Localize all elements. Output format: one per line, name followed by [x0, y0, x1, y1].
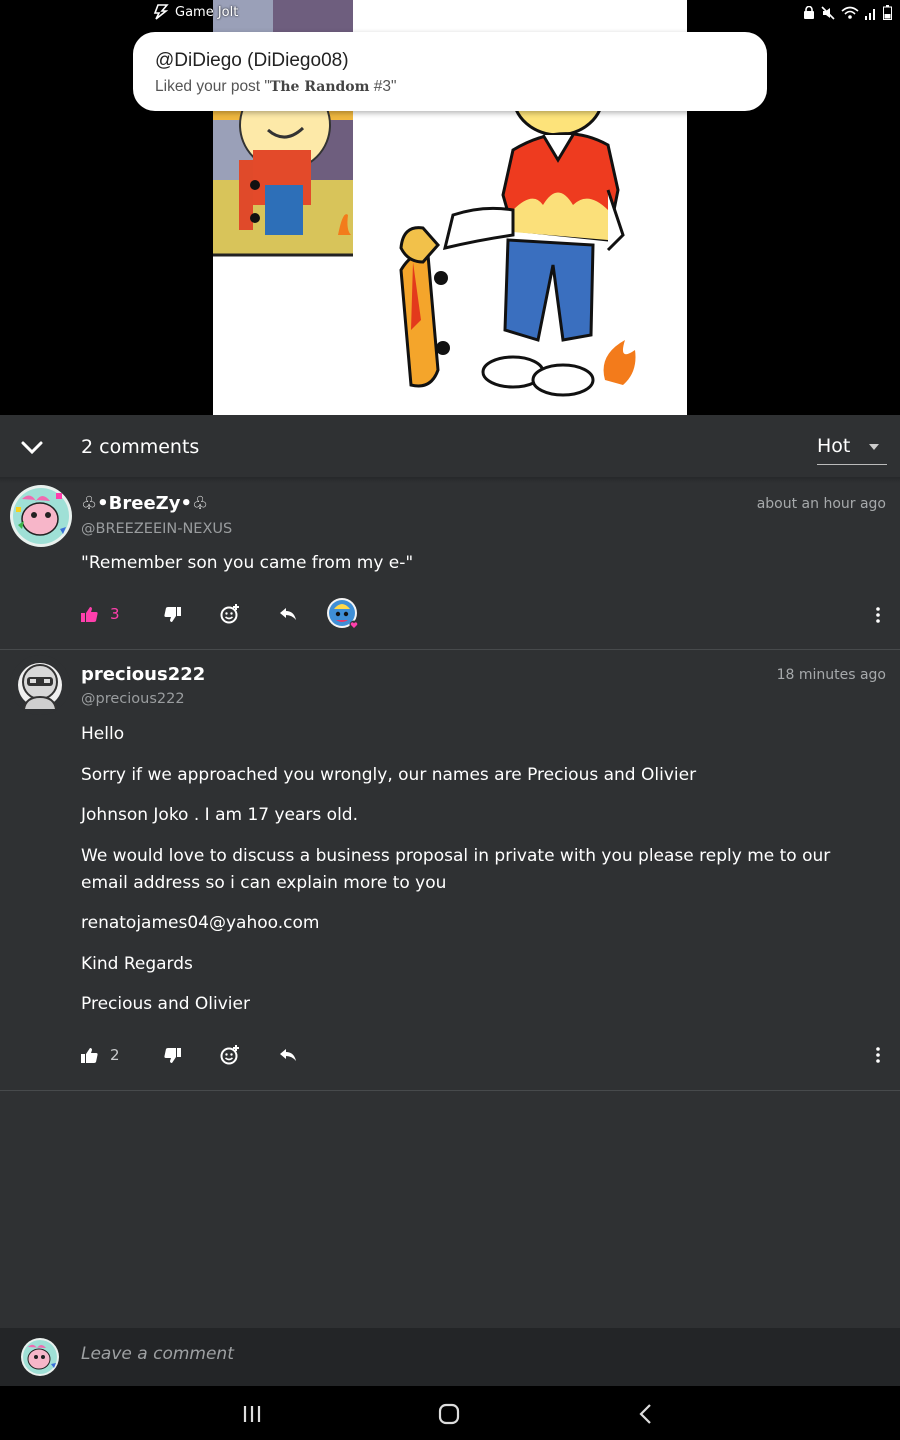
status-icons	[803, 5, 892, 20]
like-button[interactable]: 3	[81, 601, 120, 627]
like-count: 3	[110, 605, 120, 623]
notification-post-suffix: #3"	[369, 78, 397, 95]
comment-input[interactable]	[81, 1344, 861, 1364]
comments-count: 2 comments	[81, 436, 200, 458]
status-app-name: Game Jolt	[175, 4, 239, 20]
comment-paragraph: Johnson Joko . I am 17 years old.	[81, 805, 359, 825]
avatar[interactable]	[10, 485, 72, 547]
back-chevron-icon	[639, 1404, 651, 1424]
battery-icon	[883, 5, 892, 20]
notification-title: @DiDiego (DiDiego08)	[155, 50, 349, 71]
sort-selected-value: Hot	[817, 435, 851, 457]
comment-author-name[interactable]: precious222	[81, 664, 205, 685]
status-app-indicator: Game Jolt	[152, 4, 238, 20]
post-media-area: Game Jolt @DiDiego (DiDiego08) Liked you…	[0, 0, 900, 415]
back-button[interactable]	[632, 1400, 660, 1428]
avatar[interactable]	[10, 655, 70, 715]
comment-paragraph: Precious and Olivier	[81, 994, 250, 1014]
thumbs-down-icon	[164, 1047, 181, 1063]
comment-item: ♧•BreeZy•♧ @BREEZEEIN-NEXUS about an hou…	[0, 481, 900, 650]
reply-icon	[280, 1049, 296, 1061]
comment-more-button[interactable]	[874, 605, 882, 625]
comment-author-handle[interactable]: @BREEZEEIN-NEXUS	[81, 521, 232, 537]
comment-more-button[interactable]	[874, 1045, 882, 1065]
add-reaction-icon	[220, 1045, 239, 1065]
comment-compose-bar	[0, 1328, 900, 1386]
signal-icon	[865, 8, 875, 20]
mute-icon	[821, 5, 835, 20]
more-vertical-icon	[876, 1047, 880, 1063]
device-status-bar: Game Jolt	[0, 0, 900, 28]
add-reaction-button[interactable]	[220, 1042, 240, 1068]
dislike-button[interactable]	[164, 601, 181, 627]
reply-icon	[280, 608, 296, 620]
like-notification-toast[interactable]: @DiDiego (DiDiego08) Liked your post "Th…	[133, 32, 767, 111]
recent-apps-icon	[243, 1406, 261, 1422]
comments-header: 2 comments Hot	[0, 415, 900, 483]
avatar-image	[10, 485, 72, 547]
comment-body: "Remember son you came from my e-"	[81, 550, 881, 591]
notification-post-title: The Random	[269, 79, 370, 95]
avatar-image	[10, 655, 70, 715]
comment-paragraph: "Remember son you came from my e-"	[81, 553, 414, 573]
wifi-icon	[841, 6, 859, 19]
comment-author-name[interactable]: ♧•BreeZy•♧	[81, 493, 208, 514]
like-button[interactable]: 2	[81, 1042, 120, 1068]
comment-paragraph: We would love to discuss a business prop…	[81, 845, 831, 893]
comment-timestamp[interactable]: about an hour ago	[757, 496, 886, 512]
add-reaction-button[interactable]	[220, 601, 240, 627]
reply-button[interactable]	[279, 1042, 297, 1068]
comment-author-handle[interactable]: @precious222	[81, 691, 185, 707]
comment-email-text: renatojames04@yahoo.com	[81, 913, 320, 933]
comments-panel: 2 comments Hot ♧•BreeZy•♧ @BREEZEEIN-NEX	[0, 415, 900, 1328]
current-user-avatar	[21, 1338, 59, 1376]
home-icon	[438, 1403, 460, 1425]
notification-body-prefix: Liked your post "	[155, 78, 270, 95]
thumbs-up-icon	[81, 1047, 98, 1063]
chevron-down-icon	[21, 441, 43, 455]
reaction-user-avatar	[327, 598, 359, 630]
recent-apps-button[interactable]	[238, 1400, 266, 1428]
comment-body: Hello Sorry if we approached you wrongly…	[81, 721, 881, 1032]
comment-paragraph: Sorry if we approached you wrongly, our …	[81, 764, 697, 785]
lock-icon	[804, 5, 814, 19]
thumbs-down-icon	[164, 606, 181, 622]
more-vertical-icon	[876, 607, 880, 623]
dislike-button[interactable]	[164, 1042, 181, 1068]
notification-body: Liked your post "The Random #3"	[155, 78, 745, 96]
collapse-comments-button[interactable]	[18, 435, 46, 461]
system-navigation-bar	[0, 1386, 900, 1440]
gamejolt-bolt-icon	[153, 4, 169, 20]
comment-paragraph: Hello	[81, 724, 125, 744]
comment-timestamp[interactable]: 18 minutes ago	[777, 667, 886, 683]
current-user-avatar-image	[21, 1338, 59, 1376]
reaction-avatar[interactable]	[326, 598, 360, 630]
sort-dropdown[interactable]: Hot	[817, 433, 887, 465]
caret-down-icon	[869, 444, 879, 450]
comment-paragraph: Kind Regards	[81, 953, 193, 974]
thumbs-up-icon	[81, 606, 98, 622]
add-reaction-icon	[220, 604, 239, 624]
home-button[interactable]	[435, 1400, 463, 1428]
reply-button[interactable]	[279, 601, 297, 627]
like-count: 2	[110, 1046, 120, 1064]
comment-item: precious222 @precious222 18 minutes ago …	[0, 650, 900, 1091]
